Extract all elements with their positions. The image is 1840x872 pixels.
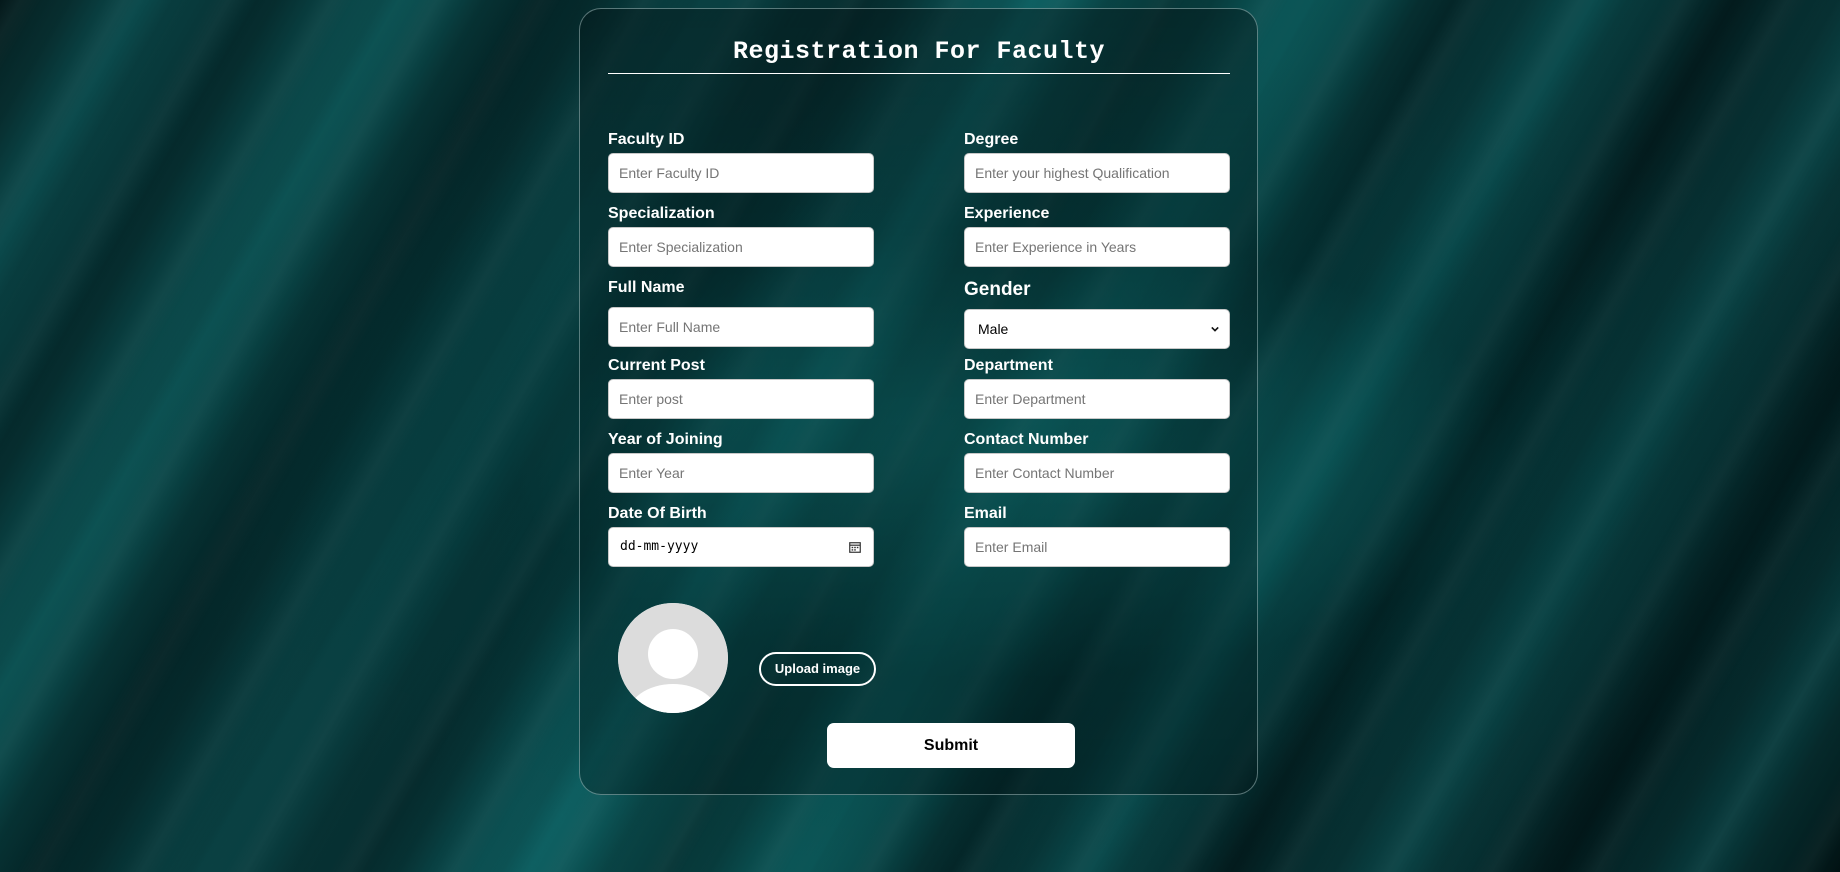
contact-number-input[interactable] [964, 453, 1230, 493]
chevron-down-icon [1211, 326, 1219, 332]
current-post-group: Current Post [608, 357, 874, 419]
date-placeholder: dd-mm-yyyy [620, 539, 699, 554]
specialization-input[interactable] [608, 227, 874, 267]
upload-image-button[interactable]: Upload image [759, 652, 876, 686]
experience-group: Experience [964, 205, 1230, 267]
department-label: Department [964, 357, 1053, 374]
registration-card: Registration For Faculty Faculty ID Spec… [579, 8, 1258, 795]
year-of-joining-group: Year of Joining [608, 431, 874, 493]
date-of-birth-label: Date Of Birth [608, 505, 707, 522]
gender-group: Gender Male [964, 279, 1230, 349]
current-post-label: Current Post [608, 357, 705, 374]
specialization-group: Specialization [608, 205, 874, 267]
avatar [618, 603, 728, 713]
email-label: Email [964, 505, 1007, 522]
faculty-id-group: Faculty ID [608, 131, 874, 193]
faculty-id-input[interactable] [608, 153, 874, 193]
specialization-label: Specialization [608, 205, 715, 222]
gender-label: Gender [964, 279, 1031, 300]
user-avatar-icon [618, 603, 728, 713]
contact-number-label: Contact Number [964, 431, 1089, 448]
full-name-input[interactable] [608, 307, 874, 347]
full-name-group: Full Name [608, 279, 874, 347]
title-divider [608, 73, 1230, 74]
faculty-id-label: Faculty ID [608, 131, 685, 148]
degree-label: Degree [964, 131, 1019, 148]
form-title: Registration For Faculty [732, 37, 1106, 66]
department-input[interactable] [964, 379, 1230, 419]
experience-input[interactable] [964, 227, 1230, 267]
calendar-icon[interactable] [849, 541, 861, 553]
contact-number-group: Contact Number [964, 431, 1230, 493]
degree-group: Degree [964, 131, 1230, 193]
department-group: Department [964, 357, 1230, 419]
date-of-birth-input[interactable]: dd-mm-yyyy [608, 527, 874, 567]
degree-input[interactable] [964, 153, 1230, 193]
year-of-joining-input[interactable] [608, 453, 874, 493]
date-of-birth-group: Date Of Birth dd-mm-yyyy [608, 505, 874, 567]
year-of-joining-label: Year of Joining [608, 431, 723, 448]
experience-label: Experience [964, 205, 1050, 222]
gender-selected-value: Male [978, 321, 1009, 337]
gender-select[interactable]: Male [964, 309, 1230, 349]
full-name-label: Full Name [608, 279, 685, 296]
email-group: Email [964, 505, 1230, 567]
current-post-input[interactable] [608, 379, 874, 419]
email-input[interactable] [964, 527, 1230, 567]
submit-button[interactable]: Submit [827, 723, 1075, 768]
